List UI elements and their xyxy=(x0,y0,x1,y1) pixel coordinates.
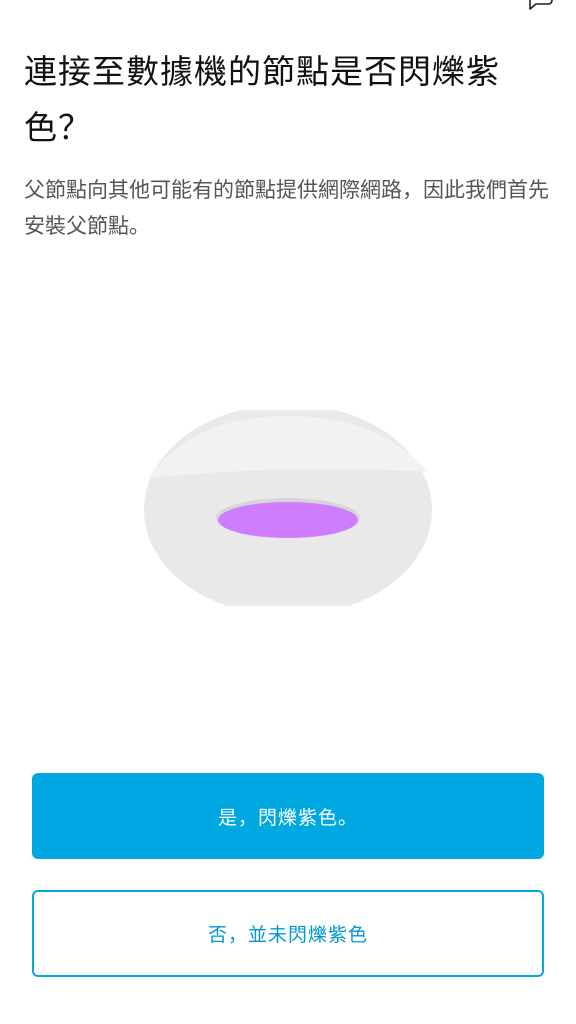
yes-button-label: 是，閃爍紫色。 xyxy=(217,806,358,829)
chat-bubble-icon[interactable] xyxy=(526,0,556,12)
node-device-illustration xyxy=(144,410,432,606)
page-title: 連接至數據機的節點是否閃爍紫色？ xyxy=(24,52,500,147)
no-button-label: 否，並未閃爍紫色 xyxy=(207,924,368,946)
device-purple-light xyxy=(218,502,358,538)
yes-blinking-purple-button[interactable]: 是，閃爍紫色。 xyxy=(32,773,544,859)
no-not-blinking-button[interactable]: 否，並未閃爍紫色 xyxy=(32,890,544,977)
page-description: 父節點向其他可能有的節點提供網際網路，因此我們首先安裝父節點。 xyxy=(24,178,549,238)
device-top-highlight xyxy=(148,416,428,478)
